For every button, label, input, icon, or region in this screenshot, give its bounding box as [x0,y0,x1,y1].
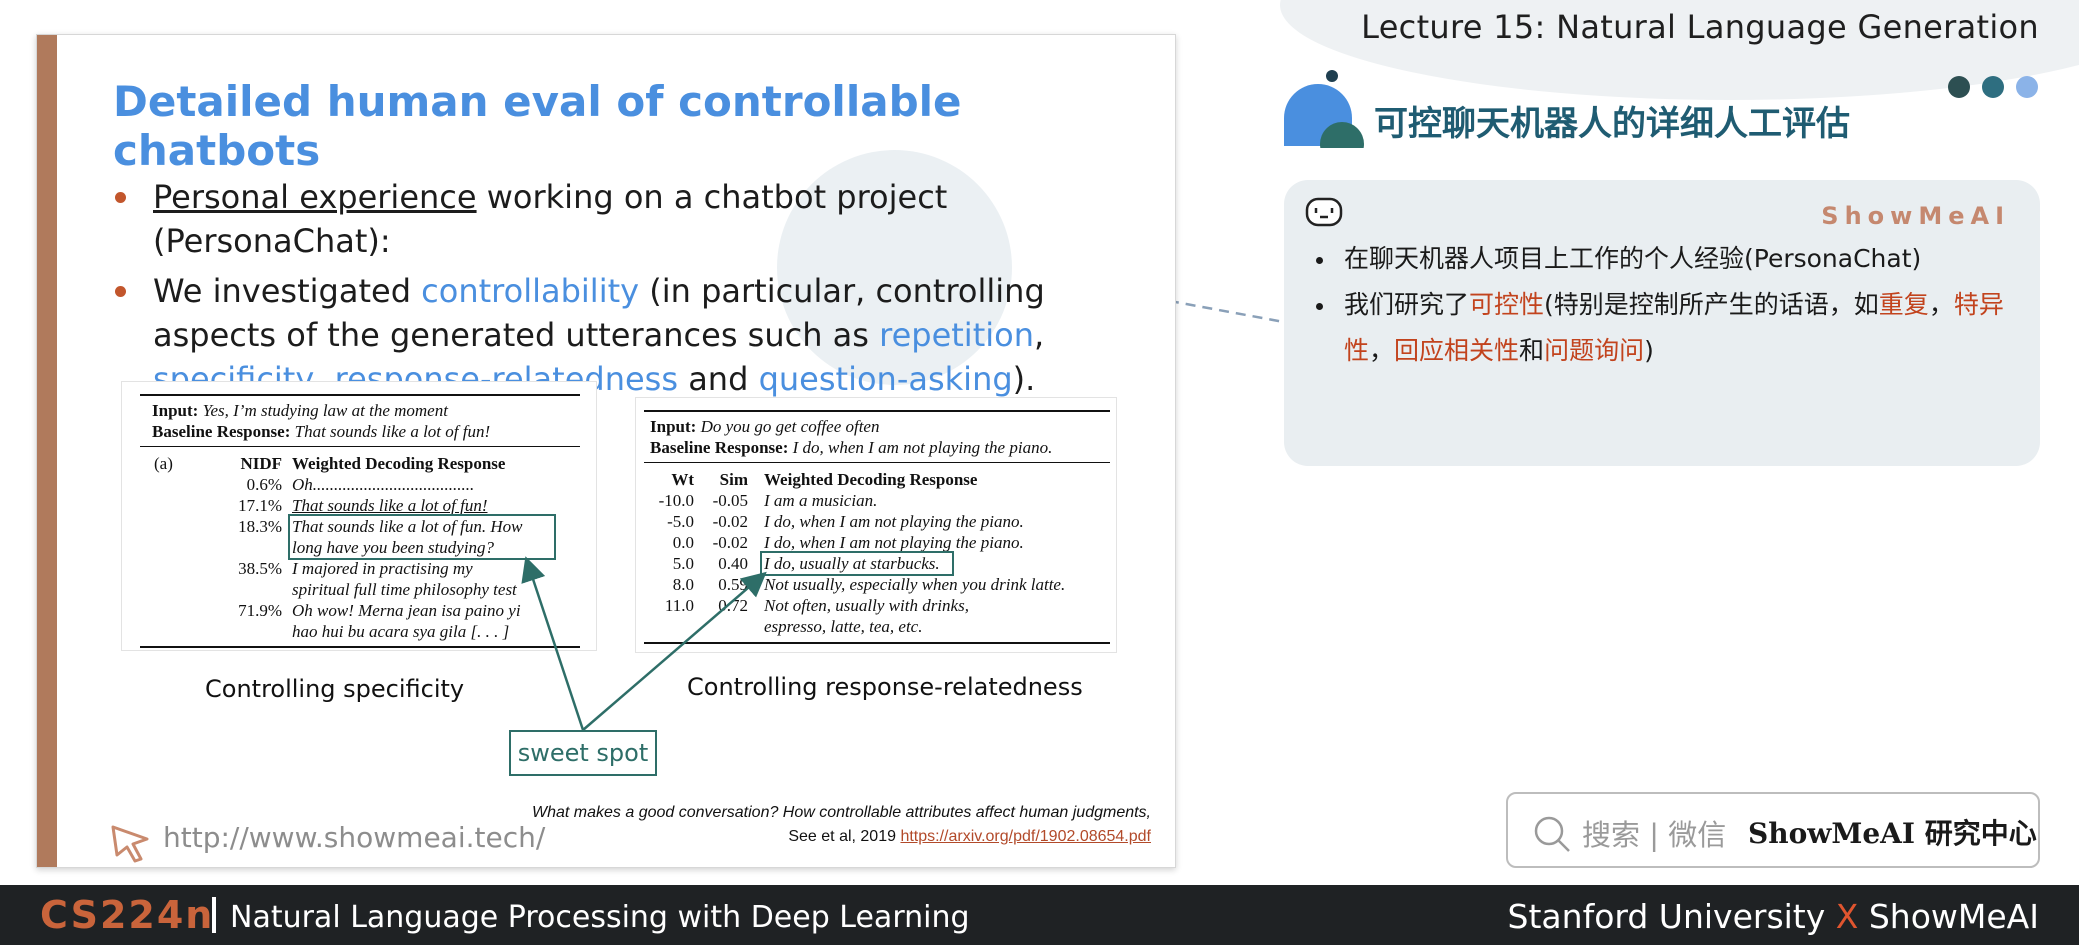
brand-label: ShowMeAI [1821,202,2010,230]
notes-text: ， [1369,336,1395,365]
notes-text: ) [1644,336,1654,365]
course-name: Natural Language Processing with Deep Le… [230,900,970,935]
search-brand: ShowMeAI 研究中心 [1748,817,2037,850]
notes-title: 可控聊天机器人的详细人工评估 [1374,104,1850,144]
notes-text: 我们研究了 [1344,290,1470,319]
slide: Detailed human eval of controllable chat… [36,34,1176,868]
search-label: 搜索 | 微信 [1582,818,1727,852]
notes-list: 在聊天机器人项目上工作的个人经验(PersonaChat) 我们研究了可控性(特… [1308,236,2024,374]
footer-university: Stanford University [1507,897,1836,936]
notes-text: 和 [1519,336,1545,365]
reference-authors: See et al, 2019 [788,828,901,845]
title-decoration-icon [1284,70,1364,148]
robot-icon [1305,197,1343,227]
cursor-icon [111,825,149,863]
search-icon [1534,816,1570,852]
decoration-dot [1948,76,1970,98]
decoration-dot [2016,76,2038,98]
website-url[interactable]: http://www.showmeai.tech/ [163,821,545,854]
footer-bar: CS224n Natural Language Processing with … [0,885,2079,945]
reference-link[interactable]: https://arxiv.org/pdf/1902.08654.pdf [900,828,1151,845]
footer-showmeai: ShowMeAI [1858,897,2039,936]
decoration-dot [1982,76,2004,98]
notes-item: 我们研究了可控性(特别是控制所产生的话语，如重复，特异性，回应相关性和问题询问) [1308,282,2024,374]
notes-keyword: 可控性 [1469,290,1545,319]
notes-text: ， [1928,290,1954,319]
notes-keyword: 重复 [1878,290,1929,319]
notes-item: 在聊天机器人项目上工作的个人经验(PersonaChat) [1308,236,2024,282]
search-box[interactable]: 搜索 | 微信 ShowMeAI 研究中心 [1506,792,2040,868]
reference: What makes a good conversation? How cont… [532,801,1151,849]
footer-x: X [1835,897,1859,936]
notes-card: ShowMeAI 在聊天机器人项目上工作的个人经验(PersonaChat) 我… [1284,180,2040,466]
reference-title: What makes a good conversation? How cont… [532,804,1151,821]
footer-credit: Stanford University X ShowMeAI [1508,897,2039,936]
notes-keyword: 问题询问 [1544,336,1645,365]
notes-keyword: 回应相关性 [1394,336,1520,365]
footer-divider [212,897,216,933]
notes-text: (特别是控制所产生的话语，如 [1544,290,1879,319]
sweet-spot-label: sweet spot [509,730,657,776]
course-code: CS224n [40,893,215,937]
